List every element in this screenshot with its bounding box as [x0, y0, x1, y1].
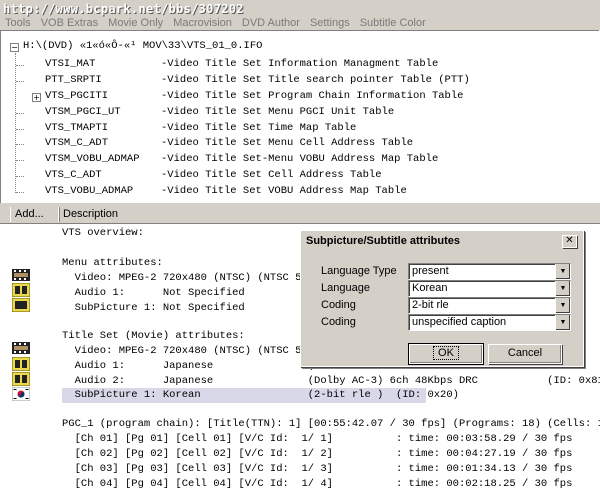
- tree-item-desc: -Video Title Set Time Map Table: [161, 122, 357, 134]
- korea-flag-icon: [12, 387, 30, 401]
- tree-item-name: VTSI_MAT: [45, 58, 96, 70]
- detail-line: SubPicture 1: Not Specified (2: [62, 302, 321, 314]
- tree-item-vtsm-vobu-admap[interactable]: VTSM_VOBU_ADMAP: [45, 152, 140, 167]
- menu-dvd-author[interactable]: DVD Author: [237, 16, 305, 30]
- detail-line: Audio 1: Japanese (D: [62, 360, 321, 372]
- close-icon[interactable]: ✕: [562, 235, 577, 248]
- audio-icon: [12, 372, 30, 386]
- tree-connector: [16, 192, 24, 193]
- cancel-button[interactable]: Cancel: [488, 344, 562, 364]
- audio-icon: [12, 283, 30, 297]
- watermark-url: http://www.bcpark.net/bbs/307202: [3, 2, 244, 16]
- menu-macrovision[interactable]: Macrovision: [168, 16, 237, 30]
- tree-item-vtsm-pgci-ut[interactable]: VTSM_PGCI_UT: [45, 105, 121, 120]
- tree-item-desc: -Video Title Set Menu Cell Address Table: [161, 137, 414, 149]
- coding-label: Coding: [321, 299, 356, 311]
- menu-tools[interactable]: Tools: [0, 16, 36, 30]
- tree-connector: [16, 129, 24, 130]
- language-type-value: present: [412, 265, 449, 277]
- coding-extension-value: unspecified caption: [412, 316, 507, 328]
- detail-line: Title Set (Movie) attributes:: [62, 330, 245, 342]
- menu-items: Tools VOB Extras Movie Only Macrovision …: [0, 16, 431, 30]
- subpicture-icon: [12, 298, 30, 312]
- film-icon: [12, 342, 30, 354]
- tree-item-desc: -Video Title Set Menu PGCI Unit Table: [161, 106, 395, 118]
- tree-item-desc: -Video Title Set Information Managment T…: [161, 58, 439, 70]
- tree-connector: [16, 81, 24, 82]
- tree-connector: [16, 65, 24, 66]
- chevron-down-icon[interactable]: ▼: [555, 264, 570, 279]
- audio-icon: [12, 357, 30, 371]
- detail-line: Audio 1: Not Specified (D: [62, 287, 321, 299]
- menu-settings[interactable]: Settings: [305, 16, 355, 30]
- expand-vts-pgciti-icon[interactable]: +: [32, 93, 41, 102]
- coding-extension-select[interactable]: unspecified caption ▼: [408, 314, 571, 331]
- detail-line: [Ch 02] [Pg 02] [Cell 02] [V/C Id: 1/ 2]…: [62, 448, 600, 460]
- tree-connector: [16, 144, 24, 145]
- film-icon: [12, 269, 30, 281]
- detail-line: Menu attributes:: [62, 257, 163, 269]
- chevron-down-icon[interactable]: ▼: [555, 298, 570, 313]
- dialog-title-bar[interactable]: Subpicture/Subtitle attributes ✕: [303, 233, 581, 249]
- ok-button[interactable]: OK: [408, 343, 484, 365]
- language-label: Language: [321, 282, 370, 294]
- detail-line: [Ch 03] [Pg 03] [Cell 03] [V/C Id: 1/ 3]…: [62, 463, 600, 475]
- tree-item-desc: -Video Title Set VOBU Address Map Table: [161, 185, 407, 197]
- ifo-tree-view[interactable]: − H:\(DVD) «1«ó«Ô-«¹ MOV\33\VTS_01_0.IFO…: [0, 30, 599, 204]
- tree-item-desc: -Video Title Set Title search pointer Ta…: [161, 74, 470, 86]
- language-type-select[interactable]: present ▼: [408, 263, 571, 280]
- detail-line: VTS overview:: [62, 227, 144, 239]
- language-type-label: Language Type: [321, 265, 397, 277]
- detail-line: Video: MPEG-2 720x480 (NTSC) (NTSC 52: [62, 272, 308, 284]
- chevron-down-icon[interactable]: ▼: [555, 281, 570, 296]
- detail-line: [Ch 01] [Pg 01] [Cell 01] [V/C Id: 1/ 1]…: [62, 433, 600, 445]
- language-value: Korean: [412, 282, 448, 294]
- menu-subtitle-color[interactable]: Subtitle Color: [355, 16, 431, 30]
- detail-line: PGC_1 (program chain): [Title(TTN): 1] […: [62, 418, 600, 430]
- coding-extension-label: Coding: [321, 316, 356, 328]
- tree-item-vts-pgciti[interactable]: VTS_PGCITI: [45, 89, 108, 104]
- ok-button-label: OK: [433, 346, 459, 360]
- language-select[interactable]: Korean ▼: [408, 280, 571, 297]
- column-header-description[interactable]: Description: [58, 207, 183, 222]
- coding-value: 2-bit rle: [412, 299, 449, 311]
- tree-connector: [16, 176, 24, 177]
- dialog-title: Subpicture/Subtitle attributes: [306, 235, 461, 247]
- subtitle-attributes-dialog: Subpicture/Subtitle attributes ✕ Languag…: [300, 230, 584, 367]
- tree-connector: [16, 160, 24, 161]
- tree-item-ptt-srpti[interactable]: PTT_SRPTI: [45, 73, 102, 88]
- menu-vob-extras[interactable]: VOB Extras: [36, 16, 103, 30]
- collapse-root-icon[interactable]: −: [10, 43, 19, 52]
- tree-item-desc: -Video Title Set Program Chain Informati…: [161, 90, 464, 102]
- tree-connector: [15, 53, 16, 193]
- detail-line: Audio 2: Japanese (Dolby AC-3) 6ch 48Kbp…: [62, 375, 600, 387]
- tree-root[interactable]: H:\(DVD) «1«ó«Ô-«¹ MOV\33\VTS_01_0.IFO: [23, 39, 262, 54]
- menu-movie-only[interactable]: Movie Only: [103, 16, 168, 30]
- detail-line: Video: MPEG-2 720x480 (NTSC) (NTSC 52: [62, 345, 308, 357]
- tree-item-vts-tmapti[interactable]: VTS_TMAPTI: [45, 121, 108, 136]
- coding-select[interactable]: 2-bit rle ▼: [408, 297, 571, 314]
- detail-line: [Ch 04] [Pg 04] [Cell 04] [V/C Id: 1/ 4]…: [62, 478, 600, 489]
- tree-connector: [16, 113, 24, 114]
- tree-item-vtsi-mat[interactable]: VTSI_MAT: [45, 57, 95, 72]
- list-header: Add... Description: [0, 207, 600, 224]
- column-header-address[interactable]: Add...: [10, 207, 60, 222]
- tree-item-desc: -Video Title Set-Menu VOBU Address Map T…: [161, 153, 439, 165]
- detail-line-selected[interactable]: SubPicture 1: Korean (2-bit rle ) (ID: 0…: [62, 388, 459, 403]
- tree-item-vts-vobu-admap[interactable]: VTS_VOBU_ADMAP: [45, 184, 133, 199]
- tree-item-vts-c-adt[interactable]: VTS_C_ADT: [45, 168, 102, 183]
- chevron-down-icon[interactable]: ▼: [555, 315, 570, 330]
- tree-item-desc: -Video Title Set Cell Address Table: [161, 169, 382, 181]
- tree-item-vtsm-c-adt[interactable]: VTSM_C_ADT: [45, 136, 108, 151]
- menu-bar: http://www.bcpark.net/bbs/307202 Tools V…: [0, 0, 600, 30]
